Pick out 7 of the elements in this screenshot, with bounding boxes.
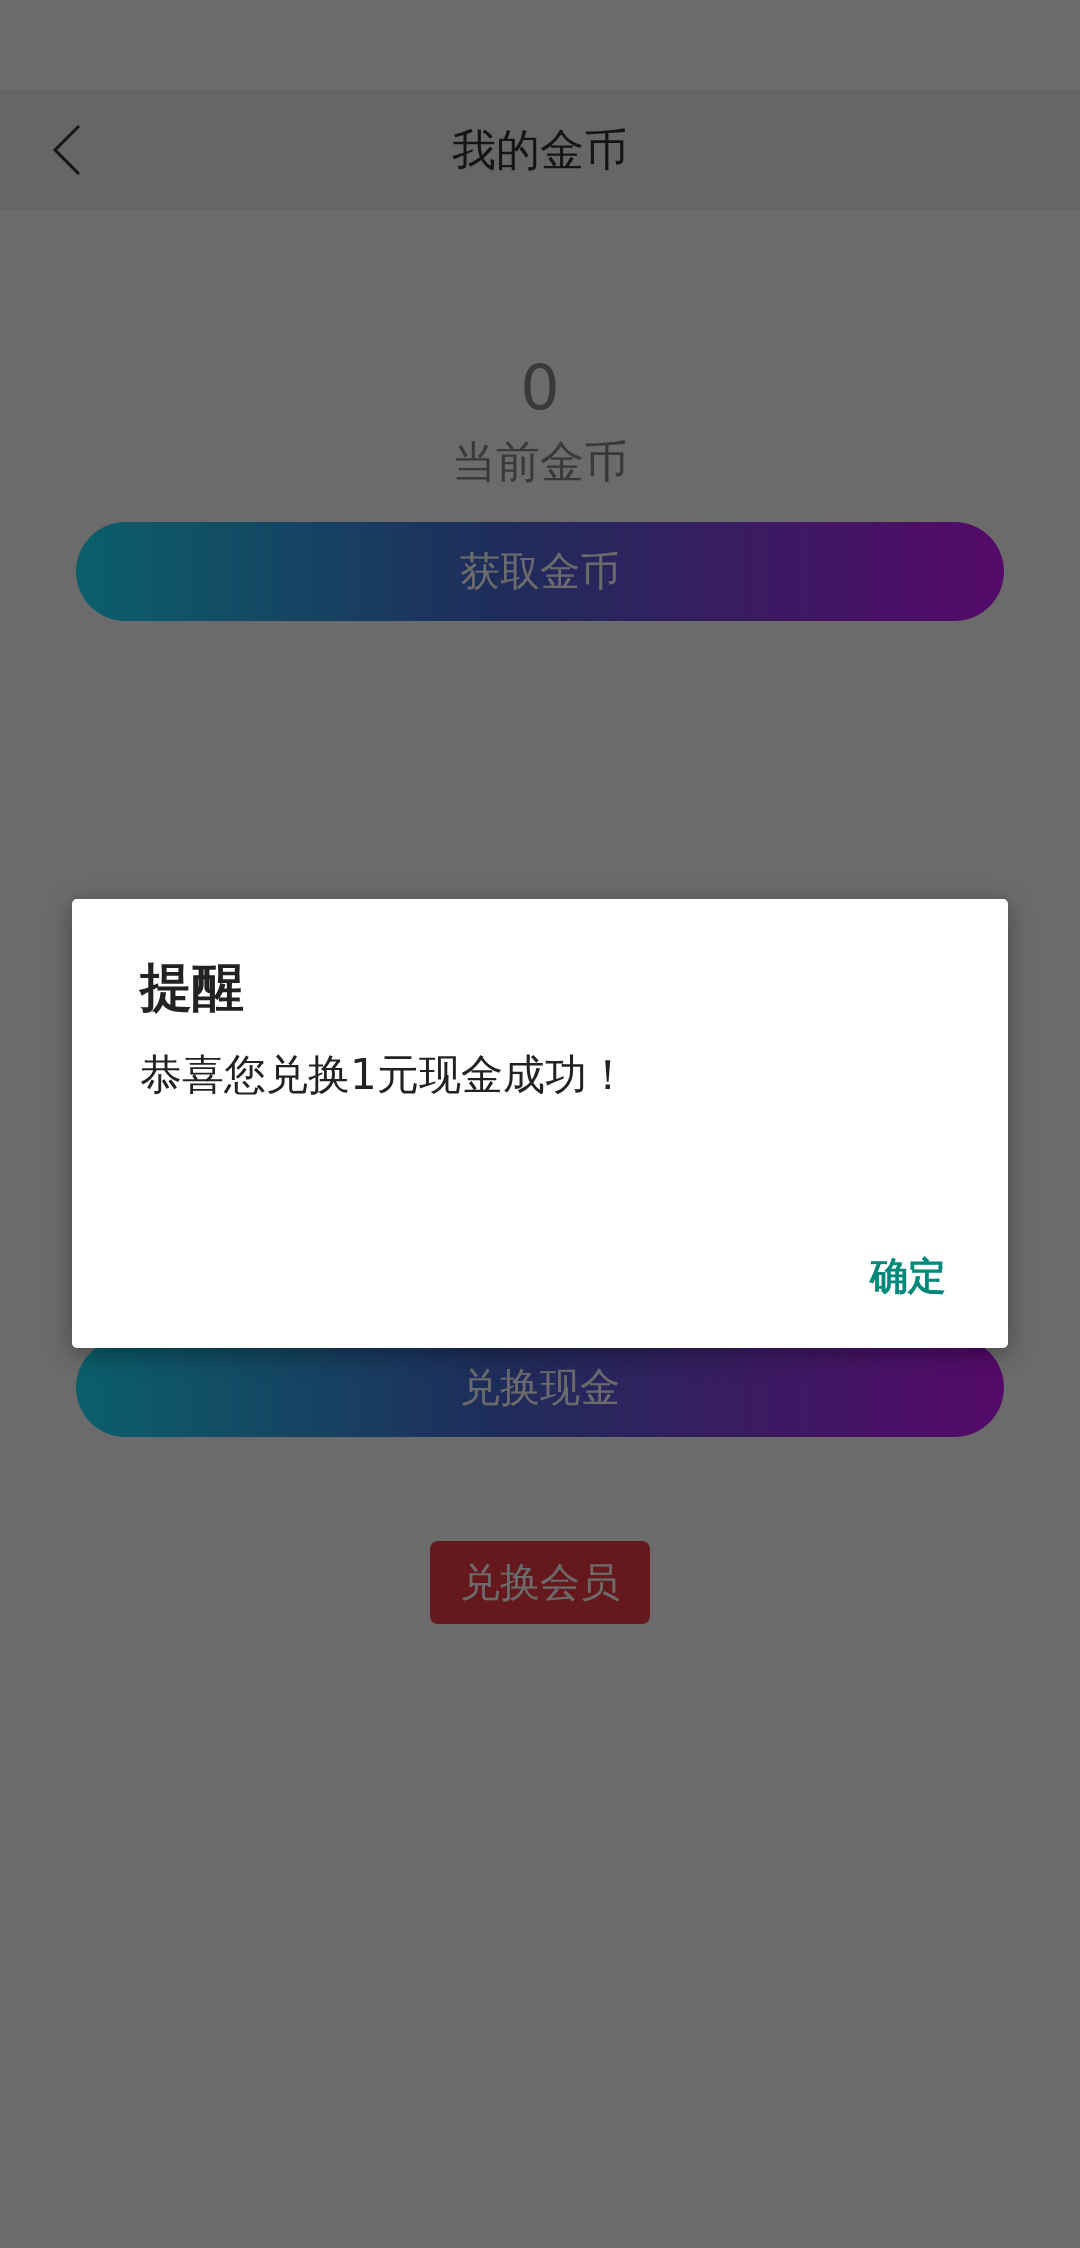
- confirm-button[interactable]: 确定: [860, 1245, 956, 1308]
- dialog-message: 恭喜您兑换1元现金成功！: [140, 1049, 630, 1101]
- member-button[interactable]: 兑换会员: [430, 1541, 650, 1624]
- page-title: 我的金币: [452, 122, 628, 177]
- dialog-title: 提醒: [140, 956, 245, 1019]
- back-icon[interactable]: [52, 124, 82, 176]
- action-button[interactable]: 获取金币: [76, 522, 1004, 621]
